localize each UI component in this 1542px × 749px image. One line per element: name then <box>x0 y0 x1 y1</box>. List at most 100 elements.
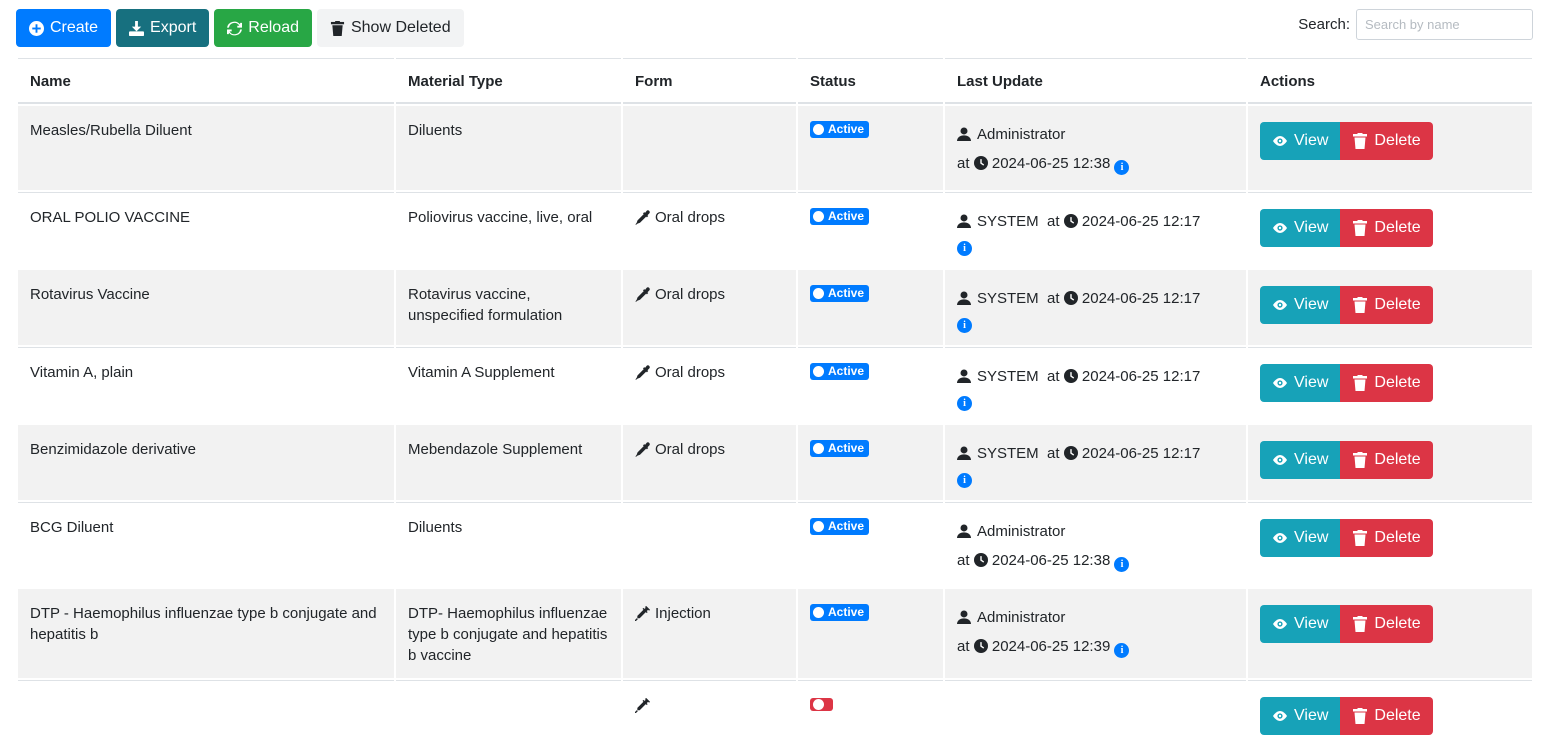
material-type: Poliovirus vaccine, live, oral <box>408 209 593 226</box>
status-badge: Active <box>810 285 870 302</box>
export-button[interactable]: Export <box>116 9 210 47</box>
updated-at-time: 2024-06-25 12:38 <box>987 552 1115 569</box>
form-value: Oral drops <box>635 439 784 460</box>
updated-at-time: 2024-06-25 12:17 <box>1077 445 1201 462</box>
status-badge: Active <box>810 518 870 535</box>
trash-icon <box>1353 616 1368 632</box>
column-header-material-type[interactable]: Material Type <box>396 58 621 104</box>
delete-button[interactable]: Delete <box>1340 286 1433 324</box>
view-button[interactable]: View <box>1260 519 1341 557</box>
eye-icon <box>1273 533 1287 543</box>
cell-name: BCG Diluent <box>18 502 394 587</box>
cell-form <box>623 680 796 747</box>
cell-name: DTP - Haemophilus influenzae type b conj… <box>18 589 394 678</box>
trash-icon <box>1353 452 1368 468</box>
cell-form: Oral drops <box>623 192 796 268</box>
material-type: DTP- Haemophilus influenzae type b conju… <box>408 605 608 664</box>
status-badge: Active <box>810 208 870 225</box>
view-button[interactable]: View <box>1260 697 1341 735</box>
user-icon <box>957 524 971 538</box>
cell-name: Rotavirus Vaccine <box>18 270 394 345</box>
material-type: Diluents <box>408 122 463 139</box>
updated-by-name: SYSTEM <box>977 368 1039 385</box>
delete-button[interactable]: Delete <box>1340 122 1433 160</box>
view-button[interactable]: View <box>1260 364 1341 402</box>
info-icon[interactable]: i <box>957 241 972 256</box>
view-button[interactable]: View <box>1260 122 1341 160</box>
delete-button[interactable]: Delete <box>1340 605 1433 643</box>
eyedropper-icon <box>635 287 650 302</box>
row-actions: View Delete <box>1260 122 1520 160</box>
info-icon[interactable]: i <box>957 396 972 411</box>
syringe-icon <box>635 606 650 621</box>
reload-button[interactable]: Reload <box>214 9 312 47</box>
column-header-last-update[interactable]: Last Update <box>945 58 1246 104</box>
view-label: View <box>1294 132 1329 149</box>
view-label: View <box>1294 296 1329 313</box>
column-header-name[interactable]: Name <box>18 58 394 104</box>
delete-button[interactable]: Delete <box>1340 697 1433 735</box>
info-icon[interactable]: i <box>957 473 972 488</box>
cell-form: Oral drops <box>623 425 796 500</box>
updated-at-time: 2024-06-25 12:17 <box>1077 213 1201 230</box>
delete-label: Delete <box>1374 219 1421 236</box>
form-label: Oral drops <box>655 441 726 458</box>
last-update-info: Administrator at 2024-06-25 12:39 i <box>957 603 1234 661</box>
delete-label: Delete <box>1374 374 1421 391</box>
show-deleted-label: Show Deleted <box>350 19 451 36</box>
material-type: Vitamin A Supplement <box>408 364 555 381</box>
show-deleted-button[interactable]: Show Deleted <box>316 9 464 47</box>
column-header-form[interactable]: Form <box>623 58 796 104</box>
delete-label: Delete <box>1374 707 1421 724</box>
view-button[interactable]: View <box>1260 209 1341 247</box>
updated-by: SYSTEM <box>957 290 1039 307</box>
view-button[interactable]: View <box>1260 441 1341 479</box>
delete-button[interactable]: Delete <box>1340 441 1433 479</box>
cell-actions: View Delete <box>1248 106 1532 190</box>
table-row: Benzimidazole derivative Mebendazole Sup… <box>18 425 1532 500</box>
status-dot-icon <box>813 124 824 135</box>
updated-by: SYSTEM <box>957 445 1039 462</box>
cell-material-type: Diluents <box>396 502 621 587</box>
status-text: Active <box>828 519 865 533</box>
create-button[interactable]: Create <box>16 9 112 47</box>
delete-button[interactable]: Delete <box>1340 364 1433 402</box>
last-update-info: Administrator at 2024-06-25 12:38 i <box>957 517 1234 575</box>
material-type: Diluents <box>408 519 463 536</box>
row-actions: View Delete <box>1260 286 1520 324</box>
delete-label: Delete <box>1374 615 1421 632</box>
updated-at: at 2024-06-25 12:38 <box>957 552 1114 569</box>
updated-at-time: 2024-06-25 12:17 <box>1077 368 1201 385</box>
status-badge <box>810 698 833 711</box>
cell-last-update: SYSTEM at 2024-06-25 12:17 i <box>945 270 1246 345</box>
cell-actions: View Delete <box>1248 425 1532 500</box>
column-header-status[interactable]: Status <box>798 58 943 104</box>
search-label: Search: <box>1298 16 1350 33</box>
cell-status: Active <box>798 192 943 268</box>
info-icon[interactable]: i <box>957 318 972 333</box>
search-input[interactable] <box>1356 9 1533 40</box>
info-icon[interactable]: i <box>1114 557 1130 572</box>
table-row: DTP - Haemophilus influenzae type b conj… <box>18 589 1532 678</box>
form-label: Oral drops <box>655 364 726 381</box>
delete-button[interactable]: Delete <box>1340 209 1433 247</box>
info-icon[interactable]: i <box>1114 160 1130 175</box>
create-label: Create <box>50 19 99 36</box>
status-badge: Active <box>810 121 870 138</box>
delete-button[interactable]: Delete <box>1340 519 1433 557</box>
last-update-info: SYSTEM at 2024-06-25 12:17 i <box>957 362 1234 411</box>
updated-at: at 2024-06-25 12:17 <box>1047 213 1200 230</box>
view-button[interactable]: View <box>1260 605 1341 643</box>
cell-last-update: SYSTEM at 2024-06-25 12:17 i <box>945 347 1246 423</box>
cell-actions: View Delete <box>1248 192 1532 268</box>
updated-at-time: 2024-06-25 12:38 <box>987 155 1115 172</box>
material-type: Mebendazole Supplement <box>408 441 583 458</box>
plus-circle-icon <box>29 20 44 36</box>
info-icon[interactable]: i <box>1114 643 1130 658</box>
user-icon <box>957 610 971 624</box>
delete-label: Delete <box>1374 132 1421 149</box>
view-button[interactable]: View <box>1260 286 1341 324</box>
table-row: Rotavirus Vaccine Rotavirus vaccine, uns… <box>18 270 1532 345</box>
cell-material-type: Poliovirus vaccine, live, oral <box>396 192 621 268</box>
cell-last-update: SYSTEM at 2024-06-25 12:17 i <box>945 425 1246 500</box>
